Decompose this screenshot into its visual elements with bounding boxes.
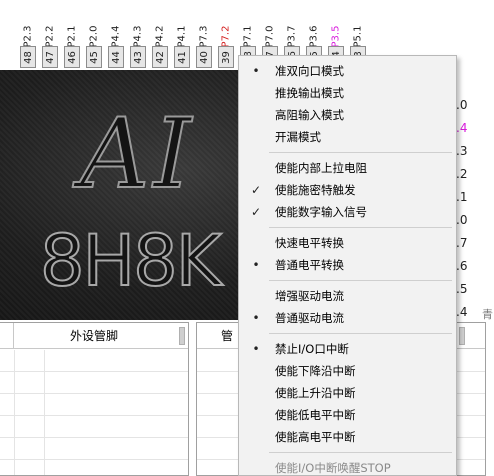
menu-item-label: 普通电平转换: [275, 258, 344, 272]
pin-number-box[interactable]: 39: [218, 46, 234, 68]
checkmark-icon: ✓: [250, 183, 262, 197]
menu-item-label: 准双向口模式: [275, 64, 344, 78]
right-pin-label: .4: [456, 305, 468, 319]
pin-number-box[interactable]: 47: [42, 46, 58, 68]
menu-item-label: 使能内部上拉电阻: [275, 161, 367, 175]
scrollbar-thumb[interactable]: [179, 327, 185, 345]
menu-separator: [269, 152, 452, 153]
pin-number-box[interactable]: 48: [20, 46, 36, 68]
menu-separator: [269, 227, 452, 228]
menu-item-label: 使能低电平中断: [275, 408, 356, 422]
right-pin-label: .1: [456, 190, 468, 204]
menu-item-label: 使能数字输入信号: [275, 205, 367, 219]
menu-separator: [269, 280, 452, 281]
menu-item-label: 快速电平转换: [275, 236, 344, 250]
peripheral-pin-table[interactable]: 外设管脚: [0, 322, 189, 476]
menu-item[interactable]: 使能低电平中断: [239, 404, 456, 426]
pin-label: P3.7: [286, 25, 298, 48]
chip-marking-line1: AI: [79, 97, 196, 211]
checkmark-icon: ✓: [250, 205, 262, 219]
pin-number-box[interactable]: 40: [196, 46, 212, 68]
menu-item[interactable]: 增强驱动电流: [239, 285, 456, 307]
menu-item[interactable]: ✓ 使能施密特触发: [239, 179, 456, 201]
menu-item-label: 使能下降沿中断: [275, 364, 356, 378]
right-pin-label: .4: [456, 121, 468, 135]
radio-dot-icon: •: [252, 64, 260, 78]
radio-dot-icon: •: [252, 258, 260, 272]
right-pin-label: .3: [456, 144, 468, 158]
menu-item-label: 开漏模式: [275, 130, 321, 144]
pin-label: P7.3: [198, 25, 210, 48]
menu-item-label: 使能高电平中断: [275, 430, 356, 444]
right-pin-label: .7: [456, 236, 468, 250]
menu-item-label: 普通驱动电流: [275, 311, 344, 325]
pin-label: P7.1: [242, 25, 254, 48]
pin-label: P7.0: [264, 25, 276, 48]
menu-item[interactable]: 使能下降沿中断: [239, 360, 456, 382]
right-pin-label: .0: [456, 98, 468, 112]
radio-dot-icon: •: [252, 342, 260, 356]
menu-item[interactable]: • 普通电平转换: [239, 254, 456, 276]
radio-dot-icon: •: [252, 311, 260, 325]
menu-item[interactable]: 快速电平转换: [239, 232, 456, 254]
pin-number-box[interactable]: 42: [152, 46, 168, 68]
pin-label: P2.3: [22, 25, 34, 48]
pin-label: P4.2: [154, 25, 166, 48]
menu-item[interactable]: 使能内部上拉电阻: [239, 157, 456, 179]
pin-label: P2.1: [66, 25, 78, 48]
column-header-peripheral-pin[interactable]: 外设管脚: [14, 323, 174, 348]
menu-item-label: 使能上升沿中断: [275, 386, 356, 400]
table-header: 外设管脚: [0, 323, 188, 349]
menu-item[interactable]: • 禁止I/O口中断: [239, 338, 456, 360]
menu-item[interactable]: • 准双向口模式: [239, 60, 456, 82]
pin-label: P4.3: [132, 25, 144, 48]
menu-item: 使能I/O中断唤醒STOP: [239, 457, 456, 476]
scrollbar-thumb[interactable]: [459, 327, 465, 345]
right-pin-label: .2: [456, 167, 468, 181]
menu-item-label: 推挽输出模式: [275, 86, 344, 100]
menu-item[interactable]: 使能上升沿中断: [239, 382, 456, 404]
pin-number-box[interactable]: 46: [64, 46, 80, 68]
pin-number-box[interactable]: 43: [130, 46, 146, 68]
pin-label: P3.5: [330, 25, 342, 48]
pin-number-box[interactable]: 41: [174, 46, 190, 68]
right-pin-label: .0: [456, 213, 468, 227]
pin-mode-context-menu: • 准双向口模式 推挽输出模式 高阻输入模式 开漏模式 使能内部上拉电阻 ✓ 使能施密特触发 ✓…: [238, 55, 457, 476]
chip-marking-line2: 8H8K: [39, 219, 223, 303]
side-clipped-text: 青: [482, 308, 493, 321]
pin-label: P2.2: [44, 25, 56, 48]
pin-number-box[interactable]: 44: [108, 46, 124, 68]
menu-item-label: 禁止I/O口中断: [275, 342, 349, 356]
right-pin-label: .5: [456, 282, 468, 296]
menu-item[interactable]: 开漏模式: [239, 126, 456, 148]
menu-separator: [269, 452, 452, 453]
menu-item[interactable]: • 普通驱动电流: [239, 307, 456, 329]
menu-item-label: 增强驱动电流: [275, 289, 344, 303]
menu-item[interactable]: ✓ 使能数字输入信号: [239, 201, 456, 223]
menu-item-label: 使能施密特触发: [275, 183, 356, 197]
pin-number-box[interactable]: 45: [86, 46, 102, 68]
menu-item[interactable]: 使能高电平中断: [239, 426, 456, 448]
pin-label: P2.0: [88, 25, 100, 48]
menu-item[interactable]: 推挽输出模式: [239, 82, 456, 104]
pin-label: P7.2: [220, 25, 232, 48]
menu-item-label: 使能I/O中断唤醒STOP: [275, 461, 391, 475]
menu-item-label: 高阻输入模式: [275, 108, 344, 122]
menu-separator: [269, 333, 452, 334]
pin-label: P3.6: [308, 25, 320, 48]
pin-label: P4.4: [110, 25, 122, 48]
pin-label: P5.1: [352, 25, 364, 48]
menu-item[interactable]: 高阻输入模式: [239, 104, 456, 126]
pin-label: P4.1: [176, 25, 188, 48]
right-pin-label: .6: [456, 259, 468, 273]
